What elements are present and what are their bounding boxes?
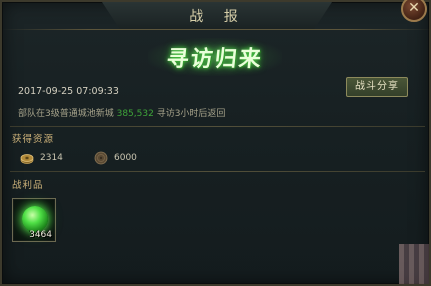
wood-log-icon: [94, 151, 108, 165]
resource-item-copper: 2314: [20, 151, 63, 165]
battle-share-button[interactable]: 战斗分享: [346, 77, 408, 97]
message-prefix: 部队在3级普通城池新城: [18, 109, 114, 119]
close-icon: ✕: [408, 0, 420, 16]
copper-coin-icon: [20, 151, 34, 165]
resource-value: 6000: [114, 153, 137, 163]
section-divider: [10, 126, 425, 127]
corner-watermark: [399, 244, 429, 284]
loot-item-slot[interactable]: 3464: [12, 198, 56, 242]
header-divider: [2, 29, 431, 30]
panel-title: 战 报: [189, 9, 246, 25]
loot-item-count: 3464: [29, 230, 52, 240]
battle-report-panel: 战 报 ✕ 寻访归来 2017-09-25 07:09:33 战斗分享 部队在3…: [0, 0, 431, 286]
result-banner: 寻访归来: [148, 38, 282, 76]
section-divider: [10, 171, 425, 172]
loot-label: 战利品: [12, 180, 44, 191]
city-coordinate-link[interactable]: 385,532: [117, 109, 154, 119]
resource-value: 2314: [40, 153, 63, 163]
banner-text: 寻访归来: [165, 46, 265, 72]
resources-label: 获得资源: [12, 134, 55, 145]
message-suffix: 寻访3小时后返回: [156, 109, 226, 119]
resource-item-wood: 6000: [94, 151, 137, 165]
report-timestamp: 2017-09-25 07:09:33: [18, 86, 119, 97]
green-jade-icon: [22, 206, 48, 232]
report-message: 部队在3级普通城池新城 385,532 寻访3小时后返回: [18, 106, 225, 119]
